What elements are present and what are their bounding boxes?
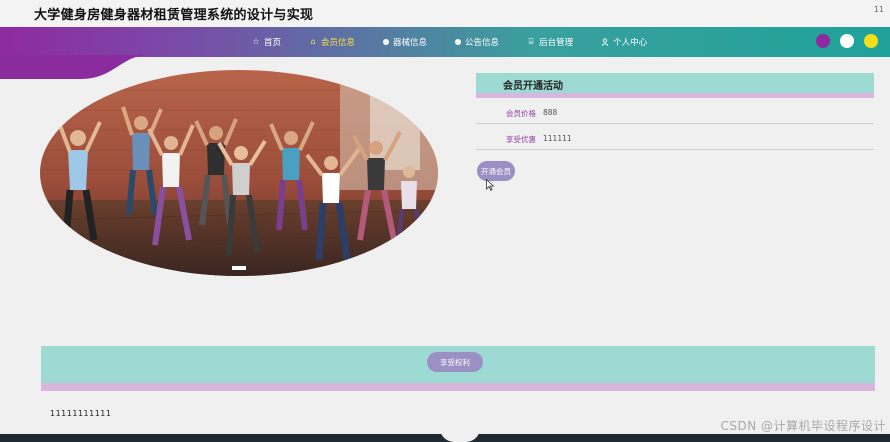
building-icon: ⌸ xyxy=(528,37,534,46)
nav-item-label: 公告信息 xyxy=(465,38,500,48)
fitness-class-photo xyxy=(40,70,438,276)
top-title-bar: 大学健身房健身器材租赁管理系统的设计与实现 11 xyxy=(0,0,890,28)
info-row-discount: 享受优惠 111111 xyxy=(476,124,874,150)
info-row-member-price: 会员价格 888 xyxy=(476,98,874,124)
user-icon xyxy=(601,38,609,46)
carousel-indicator[interactable] xyxy=(232,266,246,270)
nav-item-label: 后台管理 xyxy=(539,38,574,48)
enjoy-privileges-button[interactable]: 享受权利 xyxy=(427,352,483,372)
nav-item-member-info[interactable]: ⌂ 会员信息 xyxy=(309,36,356,49)
nav-items: ☆ 首页 ⌂ 会员信息 器械信息 公告信息 ⌸ 后台管理 个人中心 xyxy=(252,27,675,57)
nav-item-label: 首页 xyxy=(264,38,282,48)
nav-item-home[interactable]: ☆ 首页 xyxy=(252,36,282,49)
corner-number: 11 xyxy=(873,5,884,14)
nav-item-label: 个人中心 xyxy=(613,38,648,48)
nav-item-personal-center[interactable]: 个人中心 xyxy=(601,36,647,48)
band-stripe xyxy=(41,383,875,391)
nav-item-announcement-info[interactable]: 公告信息 xyxy=(455,36,499,48)
panel-header: 会员开通活动 xyxy=(476,73,874,93)
watermark: CSDN @计算机毕设程序设计 xyxy=(720,419,886,433)
dot-icon xyxy=(455,39,462,45)
main-nav: ☆ 首页 ⌂ 会员信息 器械信息 公告信息 ⌸ 后台管理 个人中心 xyxy=(0,27,890,57)
mouse-cursor-icon xyxy=(486,179,494,191)
nav-decorative-wave xyxy=(0,55,150,79)
nav-item-label: 器械信息 xyxy=(393,38,428,48)
open-membership-button[interactable]: 开通会员 xyxy=(477,161,515,181)
nav-item-equipment-info[interactable]: 器械信息 xyxy=(383,36,427,48)
info-label: 会员价格 xyxy=(506,109,536,118)
info-label: 享受优惠 xyxy=(506,135,536,144)
theme-switcher xyxy=(806,34,878,48)
theme-dot-white[interactable] xyxy=(840,34,854,48)
privileges-band: 享受权利 xyxy=(41,346,875,383)
star-icon: ☆ xyxy=(252,37,260,46)
info-value: 888 xyxy=(543,108,558,117)
home-icon: ⌂ xyxy=(310,37,316,46)
nav-item-label: 会员信息 xyxy=(321,38,356,48)
nav-item-admin[interactable]: ⌸ 后台管理 xyxy=(527,36,574,49)
site-title: 大学健身房健身器材租赁管理系统的设计与实现 xyxy=(34,8,314,23)
banner-carousel[interactable] xyxy=(40,70,438,276)
content-text: 11111111111 xyxy=(50,409,112,418)
theme-dot-yellow[interactable] xyxy=(864,34,878,48)
theme-dot-purple[interactable] xyxy=(816,34,830,48)
panel-title: 会员开通活动 xyxy=(503,81,563,92)
info-value: 111111 xyxy=(543,134,572,143)
dot-icon xyxy=(383,39,390,45)
member-activity-panel: 会员开通活动 会员价格 888 享受优惠 111111 xyxy=(476,73,874,150)
